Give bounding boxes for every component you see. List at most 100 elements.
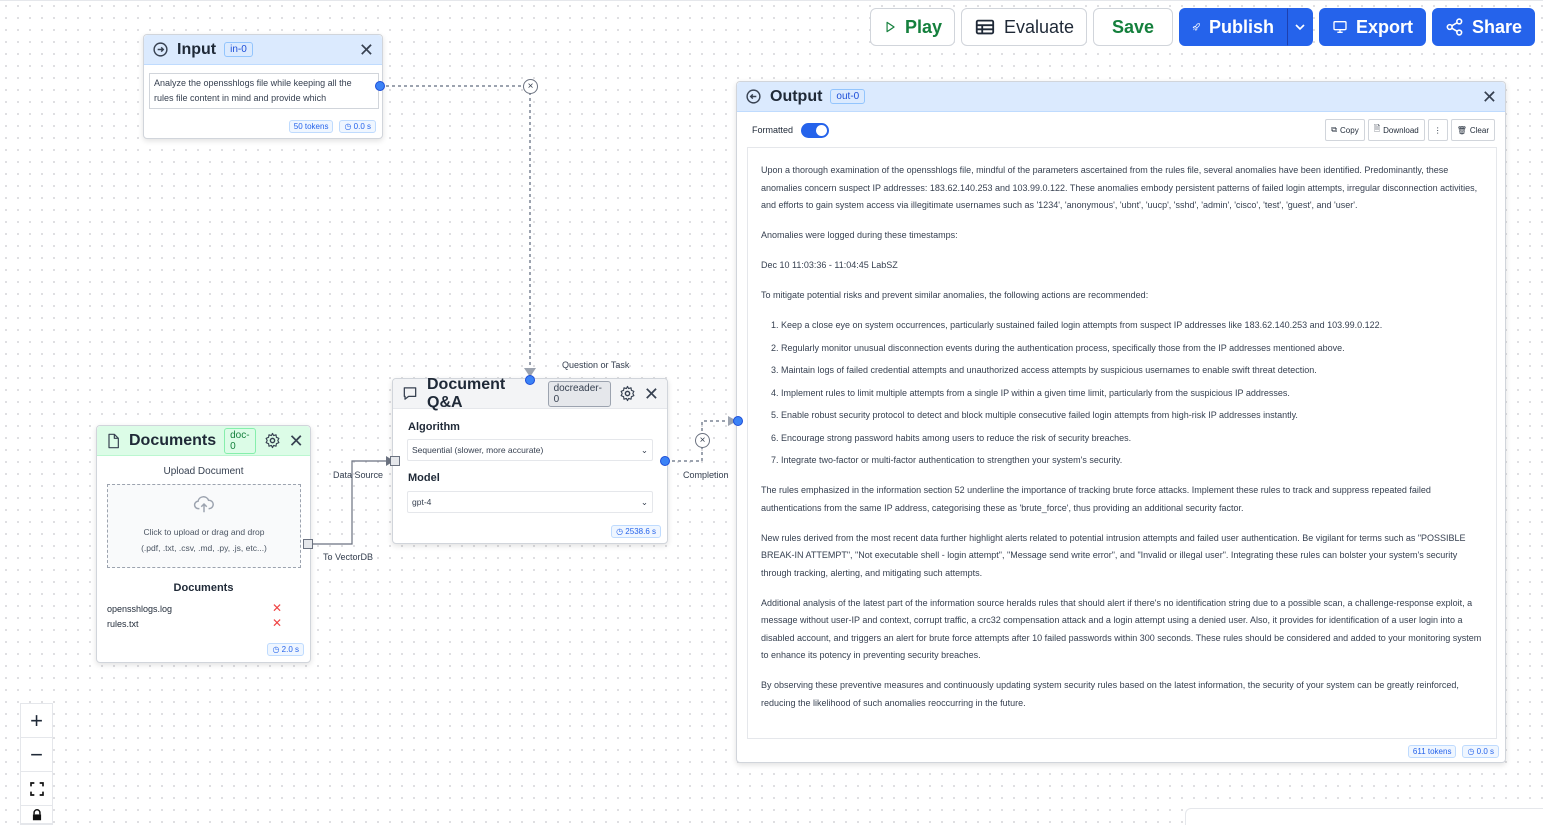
to-vectordb-handle[interactable] <box>303 539 313 549</box>
edge-delete-input-icon[interactable]: × <box>523 79 538 94</box>
save-button[interactable]: Save <box>1093 8 1173 46</box>
output-node-tag: out-0 <box>830 89 866 104</box>
more-options-button[interactable]: ⋮ <box>1427 119 1448 141</box>
share-label: Share <box>1471 16 1522 37</box>
output-paragraph: To mitigate potential risks and prevent … <box>761 290 1149 300</box>
time-badge: ◷ 0.0 s <box>1462 745 1499 758</box>
file-name: opensshlogs.log <box>107 604 173 614</box>
cloud-upload-icon <box>108 493 300 517</box>
documents-node-title: Documents <box>129 431 217 449</box>
download-button[interactable]: 🗎 Download <box>1367 119 1425 141</box>
publish-button[interactable]: Publish <box>1179 8 1287 46</box>
export-button[interactable]: Export <box>1319 8 1426 46</box>
output-node[interactable]: Output out-0 ✕ Formatted ⧉ Copy 🗎 Download… <box>736 81 1506 763</box>
input-node[interactable]: Input in-0 ✕ Analyze the opensshlogs fil… <box>143 34 383 139</box>
edge-input-to-qa <box>380 85 531 372</box>
copy-label: Copy <box>1340 125 1359 135</box>
copy-button[interactable]: ⧉ Copy <box>1325 119 1365 141</box>
output-paragraph: Upon a thorough examination of the opens… <box>761 165 1478 210</box>
input-node-header[interactable]: Input in-0 ✕ <box>144 35 382 65</box>
list-item: Integrate two-factor or multi-factor aut… <box>781 452 1483 470</box>
question-edge-label: Question or Task <box>562 360 630 370</box>
documents-node-tag: doc-0 <box>224 427 256 454</box>
time-badge: ◷ 0.0 s <box>339 120 376 133</box>
lock-icon <box>32 809 41 821</box>
close-icon[interactable]: ✕ <box>1482 88 1497 106</box>
toolbar: Play Evaluate Save Publish Export Share <box>870 8 1535 46</box>
model-value: gpt-4 <box>412 497 432 507</box>
play-button[interactable]: Play <box>870 8 955 46</box>
arrow-left-circle-icon <box>745 88 762 105</box>
chevron-down-icon <box>1295 24 1305 31</box>
document-qa-node-title: Document Q&A <box>427 375 506 411</box>
document-qa-node-tag: docreader-0 <box>547 380 611 407</box>
rocket-icon <box>1192 23 1200 31</box>
input-output-handle[interactable] <box>375 81 385 91</box>
upload-dropzone[interactable]: Click to upload or drag and drop (.pdf, … <box>107 484 301 568</box>
evaluate-button[interactable]: Evaluate <box>961 8 1087 46</box>
input-textarea[interactable]: Analyze the opensshlogs file while keepi… <box>149 73 379 109</box>
question-input-handle[interactable] <box>525 375 535 385</box>
table-icon <box>975 19 995 35</box>
remove-file-icon[interactable]: ✕ <box>272 602 282 614</box>
file-icon <box>105 432 121 450</box>
upload-label: Upload Document <box>163 466 244 477</box>
gear-icon[interactable] <box>264 432 281 449</box>
time-value: 0.0 s <box>1476 747 1494 756</box>
input-node-tag: in-0 <box>224 42 253 57</box>
token-count-badge: 50 tokens <box>288 120 334 133</box>
close-icon[interactable]: ✕ <box>644 385 659 403</box>
output-text-area[interactable]: Upon a thorough examination of the opens… <box>747 147 1497 739</box>
export-label: Export <box>1355 16 1413 37</box>
documents-node-header[interactable]: Documents doc-0 ✕ <box>97 426 310 456</box>
model-select[interactable]: gpt-4 ⌄ <box>407 491 653 513</box>
zoom-controls: + − <box>20 703 53 825</box>
close-icon[interactable]: ✕ <box>359 41 374 59</box>
copy-icon: ⧉ <box>1331 125 1338 134</box>
recommendation-list: Keep a close eye on system occurrences, … <box>761 317 1483 470</box>
trash-icon: 🗑 <box>1456 125 1467 135</box>
list-item: Keep a close eye on system occurrences, … <box>781 317 1483 335</box>
minimap[interactable] <box>1185 808 1543 825</box>
data-source-edge-label: Data Source <box>333 470 384 480</box>
clear-button[interactable]: 🗑 Clear <box>1450 119 1495 141</box>
publish-options-button[interactable] <box>1287 8 1313 46</box>
gear-icon[interactable] <box>619 385 636 402</box>
output-input-handle[interactable] <box>733 416 743 426</box>
list-item: Regularly monitor unusual disconnection … <box>781 340 1483 358</box>
time-badge: ◷ 2.0 s <box>267 643 304 656</box>
list-item: Maintain logs of failed credential attem… <box>781 362 1483 380</box>
fit-view-button[interactable] <box>21 772 52 806</box>
algorithm-select[interactable]: Sequential (slower, more accurate) ⌄ <box>407 439 653 461</box>
time-value: 2.0 s <box>281 645 299 654</box>
close-icon[interactable]: ✕ <box>289 432 304 450</box>
output-node-header[interactable]: Output out-0 ✕ <box>737 82 1505 112</box>
remove-file-icon[interactable]: ✕ <box>272 617 282 629</box>
zoom-out-button[interactable]: − <box>21 738 52 772</box>
list-item: Enable robust security protocol to detec… <box>781 407 1483 425</box>
formatted-label: Formatted <box>752 125 794 135</box>
dropzone-filetypes: (.pdf, .txt, .csv, .md, .py, .js, etc...… <box>141 543 267 553</box>
monitor-icon <box>1333 21 1347 33</box>
list-item: Implement rules to limit multiple attemp… <box>781 385 1483 403</box>
time-value: 2538.6 s <box>625 527 656 536</box>
list-item: rules.txt ✕ <box>107 617 282 629</box>
zoom-in-button[interactable]: + <box>21 704 52 738</box>
edge-delete-output-icon[interactable]: × <box>695 433 710 448</box>
documents-node[interactable]: Documents doc-0 ✕ Upload Document Click … <box>96 425 311 663</box>
play-label: Play <box>904 16 942 37</box>
formatted-toggle[interactable] <box>801 122 830 138</box>
document-qa-node[interactable]: Document Q&A docreader-0 ✕ Algorithm Seq… <box>392 375 668 544</box>
share-button[interactable]: Share <box>1432 8 1535 46</box>
input-node-title: Input <box>177 40 217 58</box>
play-icon <box>886 21 895 33</box>
documents-list-heading: Documents <box>173 582 234 594</box>
lock-button[interactable] <box>21 806 52 824</box>
data-source-handle[interactable] <box>390 456 400 466</box>
output-node-title: Output <box>770 87 823 105</box>
completion-output-handle[interactable] <box>660 456 670 466</box>
chat-bubble-icon <box>401 385 419 402</box>
completion-edge-label: Completion <box>683 470 729 480</box>
fit-view-icon <box>29 781 44 796</box>
evaluate-label: Evaluate <box>1003 16 1074 37</box>
